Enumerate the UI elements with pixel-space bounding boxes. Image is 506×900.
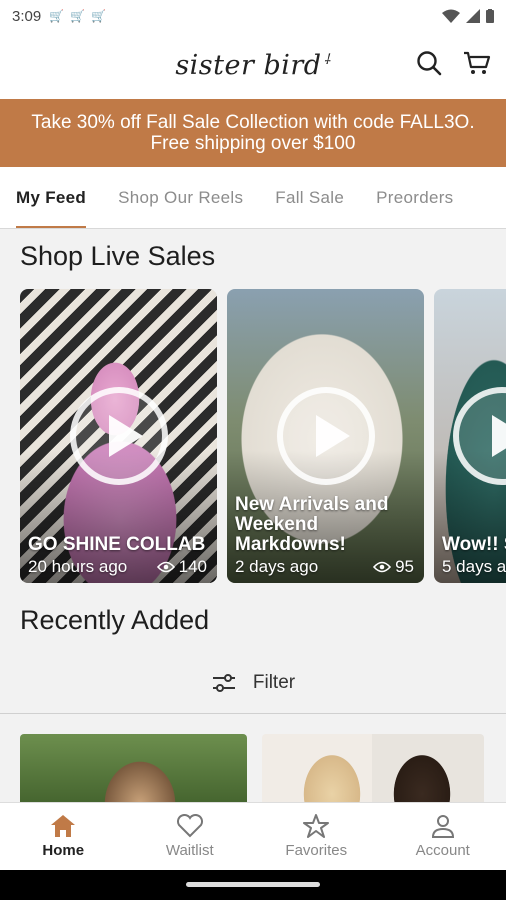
tab-fall-sale[interactable]: Fall Sale <box>275 167 344 228</box>
play-icon[interactable] <box>276 387 375 485</box>
cart-button[interactable] <box>462 48 492 78</box>
search-icon <box>417 51 442 76</box>
app-header: sister bird ⸸ <box>0 32 506 99</box>
cart-notification-icon: 🛒 <box>91 9 107 23</box>
card-title: Wow!! S <box>442 534 506 555</box>
nav-home-label: Home <box>42 842 85 859</box>
home-icon <box>51 815 76 837</box>
play-icon[interactable] <box>69 387 168 485</box>
nav-waitlist-label: Waitlist <box>165 842 214 859</box>
card-time: 2 days ago <box>235 557 319 576</box>
nav-account[interactable]: Account <box>380 803 506 870</box>
card-time: 5 days a <box>442 557 506 576</box>
section-title-recently-added: Recently Added <box>20 605 210 635</box>
signal-icon <box>466 9 480 23</box>
bird-icon: ⸸ <box>323 52 331 68</box>
divider <box>0 713 506 714</box>
live-sale-card[interactable]: Wow!! S 5 days a <box>434 289 506 583</box>
brand-logo[interactable]: sister bird ⸸ <box>175 50 330 81</box>
card-views: 140 <box>178 557 207 576</box>
eye-icon <box>373 561 392 573</box>
card-time: 20 hours ago <box>28 557 128 576</box>
heart-icon <box>176 814 203 838</box>
feed-content[interactable]: Shop Live Sales GO SHINE COLLAB 20 hours… <box>0 229 506 802</box>
search-button[interactable] <box>414 48 444 78</box>
eye-icon <box>156 561 175 573</box>
nav-favorites-label: Favorites <box>285 842 348 859</box>
live-sale-card[interactable]: New Arrivals and Weekend Markdowns! 2 da… <box>227 289 424 583</box>
bottom-navigation: Home Waitlist Favorites Account <box>0 802 506 870</box>
star-icon <box>303 814 330 838</box>
filter-label: Filter <box>252 672 296 693</box>
nav-account-label: Account <box>415 842 470 859</box>
promo-line-1: Take 30% off Fall Sale Collection with c… <box>31 112 475 133</box>
wifi-icon <box>442 9 460 23</box>
promo-banner[interactable]: Take 30% off Fall Sale Collection with c… <box>0 99 506 167</box>
promo-line-2: Free shipping over $100 <box>150 133 356 154</box>
cart-icon <box>464 51 491 74</box>
filter-button[interactable]: Filter <box>0 663 506 703</box>
live-sale-card[interactable]: GO SHINE COLLAB 20 hours ago 140 <box>20 289 217 583</box>
status-bar: 3:09 🛒 🛒 🛒 <box>0 0 506 32</box>
cart-notification-icon: 🛒 <box>70 9 86 23</box>
nav-waitlist[interactable]: Waitlist <box>127 803 254 870</box>
section-title-live-sales: Shop Live Sales <box>20 241 216 271</box>
battery-icon <box>486 9 494 23</box>
logo-text: sister bird <box>175 50 322 81</box>
product-thumbnail[interactable] <box>262 734 484 802</box>
card-title: GO SHINE COLLAB <box>28 534 206 555</box>
tab-preorders[interactable]: Preorders <box>376 167 453 228</box>
product-thumbnail[interactable] <box>20 734 247 802</box>
filter-sliders-icon <box>212 674 235 692</box>
card-title: New Arrivals and Weekend Markdowns! <box>235 494 389 555</box>
nav-favorites[interactable]: Favorites <box>253 803 380 870</box>
system-gesture-bar <box>0 870 506 900</box>
status-time: 3:09 <box>12 7 42 25</box>
home-gesture-handle[interactable] <box>186 882 320 887</box>
card-views: 95 <box>395 557 414 576</box>
feed-tabs: My Feed Shop Our Reels Fall Sale Preorde… <box>0 167 506 229</box>
cart-notification-icon: 🛒 <box>49 9 65 23</box>
tab-my-feed[interactable]: My Feed <box>16 167 87 228</box>
tab-shop-our-reels[interactable]: Shop Our Reels <box>118 167 243 228</box>
account-icon <box>431 815 454 838</box>
nav-home[interactable]: Home <box>0 803 127 870</box>
